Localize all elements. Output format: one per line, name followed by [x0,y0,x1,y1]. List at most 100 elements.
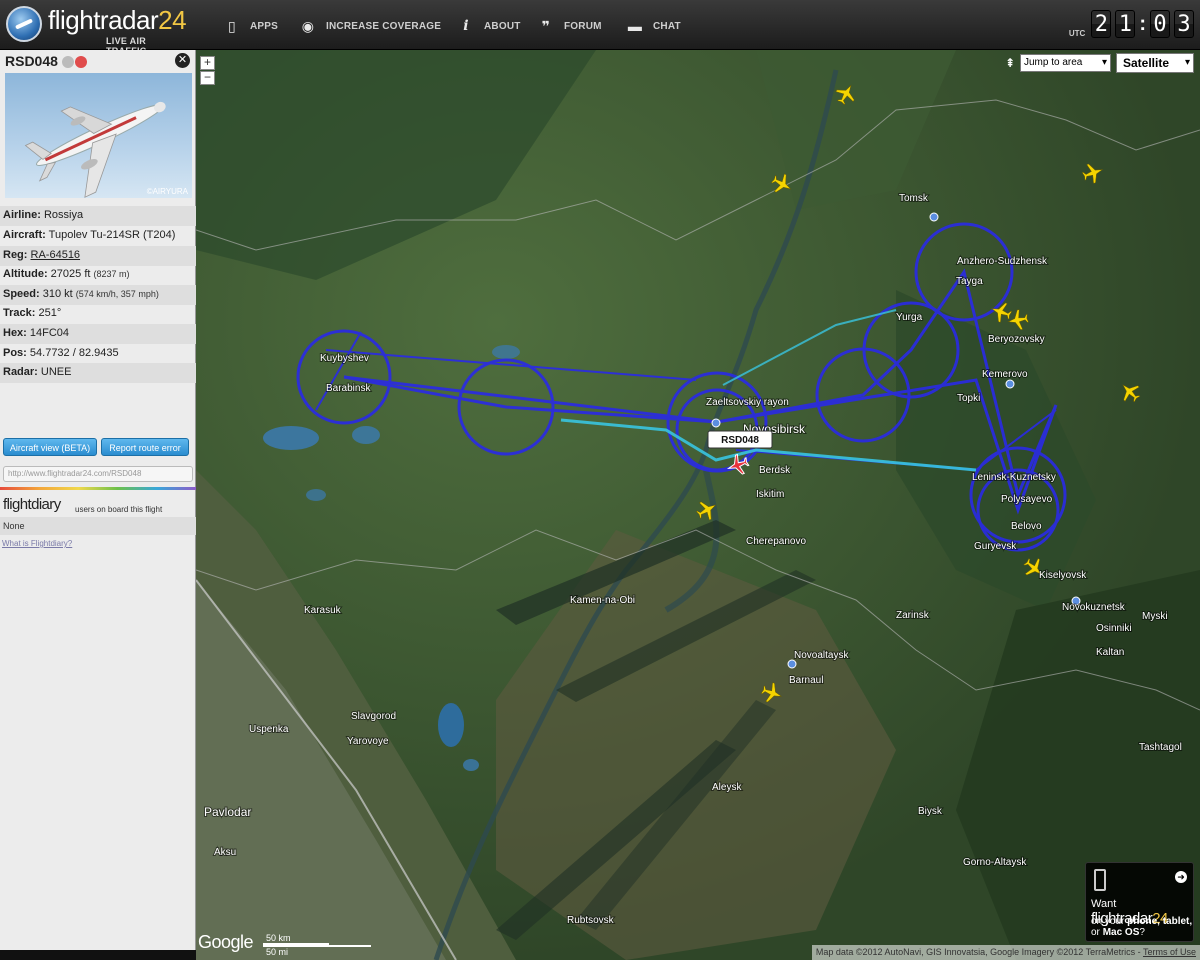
info-icon: i [463,18,469,34]
nav-chat[interactable]: ▬ CHAT [627,16,681,36]
place-label: Aleysk [712,782,742,793]
reg-label: Reg: [3,249,28,261]
promo-or: or [1091,927,1100,938]
radar-icon[interactable] [62,56,74,68]
clock-digit: 1 [1115,10,1136,38]
terms-of-use-link[interactable]: Terms of Use [1143,947,1196,957]
quote-icon: ❞ [541,17,551,34]
globe-icon [6,6,42,42]
place-label: Kemerovo [982,369,1028,380]
place-label: Osinniki [1096,623,1132,634]
promo-mac: Mac OS [1102,927,1140,938]
track-row: Track: 251° [0,304,196,324]
track-value: 251° [38,307,62,319]
place-label: Pavlodar [204,805,251,819]
collapse-icon[interactable]: ⇞ [1005,56,1015,70]
hex-row: Hex: 14FC04 [0,324,196,344]
reg-link[interactable]: RA-64516 [31,249,81,261]
zoom-out-button[interactable]: − [200,71,215,85]
place-label: Yarovoye [347,736,389,747]
eye-icon: ◉ [301,17,315,34]
jump-to-area-select[interactable]: Jump to area [1020,54,1111,72]
map-controls: ⇞ Jump to area Satellite [1005,53,1194,73]
logo-number: 24 [158,5,187,35]
nav-apps[interactable]: ▯ APPS [224,16,278,36]
aircraft-row: Aircraft: Tupolev Tu-214SR (T204) [0,226,196,246]
clock-digit: 0 [1150,10,1170,38]
place-label: Aksu [214,847,236,858]
place-label: Rubtsovsk [567,915,615,926]
place-label: Tomsk [899,193,929,204]
google-logo[interactable]: Google [198,932,254,953]
place-label: Polysayevo [1001,494,1053,505]
flight-info-panel: RSD048 ✕ ©AIRYURA Airline: Rossiya Aircr… [0,50,196,950]
place-label: Topki [957,393,980,404]
map-attribution: Map data ©2012 AutoNavi, GIS Innovatsia,… [811,945,1200,960]
place-label: Belovo [1011,521,1042,532]
alert-icon[interactable] [75,56,87,68]
flightdiary-color-strip [0,487,196,490]
clock-digit: 2 [1091,10,1112,38]
place-label: Anzhero-Sudzhensk [957,256,1048,267]
place-label: Barnaul [789,675,823,686]
map-view[interactable]: Tomsk Anzhero-Sudzhensk Tayga Yurga Bery… [196,50,1200,960]
promo-on-your: on your [1091,916,1125,927]
nav-apps-label: APPS [250,20,279,32]
aircraft-image [24,101,166,198]
airline-value: Rossiya [43,209,84,221]
satellite-map[interactable]: Tomsk Anzhero-Sudzhensk Tayga Yurga Bery… [196,50,1200,960]
photo-credit: ©AIRYURA [146,187,188,196]
promo-want: Want [1091,898,1117,910]
place-label: Myski [1142,611,1168,622]
promo-phone: phone, [1127,916,1160,927]
flight-tag-label: RSD048 [721,435,759,446]
map-scale: 50 km 50 mi [263,933,371,957]
utc-clock: UTC 2 1 : 0 3 [1069,8,1194,40]
map-type-select[interactable]: Satellite [1116,53,1194,73]
promo-question: ? [1139,927,1145,938]
zoom-in-button[interactable]: + [200,56,215,70]
altitude-label: Altitude: [3,268,48,280]
nav-forum[interactable]: ❞ FORUM [538,16,602,36]
place-label: Slavgorod [351,711,396,722]
speed-value: 310 kt [42,288,73,300]
position-label: Pos: [3,347,27,359]
clock-digit: 3 [1174,10,1194,38]
place-label: Kamen-na-Obi [570,595,635,606]
aircraft-value: Tupolev Tu-214SR (T204) [48,229,176,241]
radar-label: Radar: [3,366,38,378]
top-bar: flightradar24 LIVE AIR TRAFFIC ▯ APPS ◉ … [0,0,1200,56]
what-is-flightdiary-link[interactable]: What is Flightdiary? [2,539,72,548]
chat-icon: ▬ [627,18,643,34]
place-label: Beryozovsky [988,334,1045,345]
place-label: Tashtagol [1139,742,1182,753]
flightdiary-logo[interactable]: flightdiary [3,496,61,513]
place-label: Tayga [956,276,983,287]
flightradar24-logo[interactable]: flightradar24 LIVE AIR TRAFFIC [6,4,187,56]
apps-promo-banner[interactable]: ➜ Want flightradar24 on your phone, tabl… [1085,862,1194,942]
altitude-row: Altitude: 27025 ft (8237 m) [0,265,196,285]
flight-url-field[interactable]: http://www.flightradar24.com/RSD048 [3,466,193,482]
place-label: Barabinsk [326,383,371,394]
report-route-error-button[interactable]: Report route error [101,438,189,456]
radar-value: UNEE [40,366,72,378]
share-icons [62,56,87,68]
nav-about[interactable]: i ABOUT [458,16,521,36]
altitude-value: 27025 ft [50,268,91,280]
aircraft-photo[interactable]: ©AIRYURA [5,73,192,198]
phone-icon [1094,869,1106,891]
panel-header: RSD048 ✕ [0,50,195,72]
place-label: Cherepanovo [746,536,806,547]
close-button[interactable]: ✕ [175,53,190,68]
flight-tag[interactable]: RSD048 [707,430,773,449]
nav-increase-coverage[interactable]: ◉ INCREASE COVERAGE [300,16,441,36]
clock-colon: : [1139,12,1146,35]
speed-label: Speed: [3,288,40,300]
nav-forum-label: FORUM [564,20,602,32]
aircraft-view-button[interactable]: Aircraft view (BETA) [3,438,97,456]
place-label: Gorno-Altaysk [963,857,1027,868]
speed-conversions: (574 km/h, 357 mph) [75,289,159,299]
flightdiary-users: None [0,517,196,535]
reg-row: Reg: RA-64516 [0,246,196,266]
place-label: Novokuznetsk [1062,602,1126,613]
